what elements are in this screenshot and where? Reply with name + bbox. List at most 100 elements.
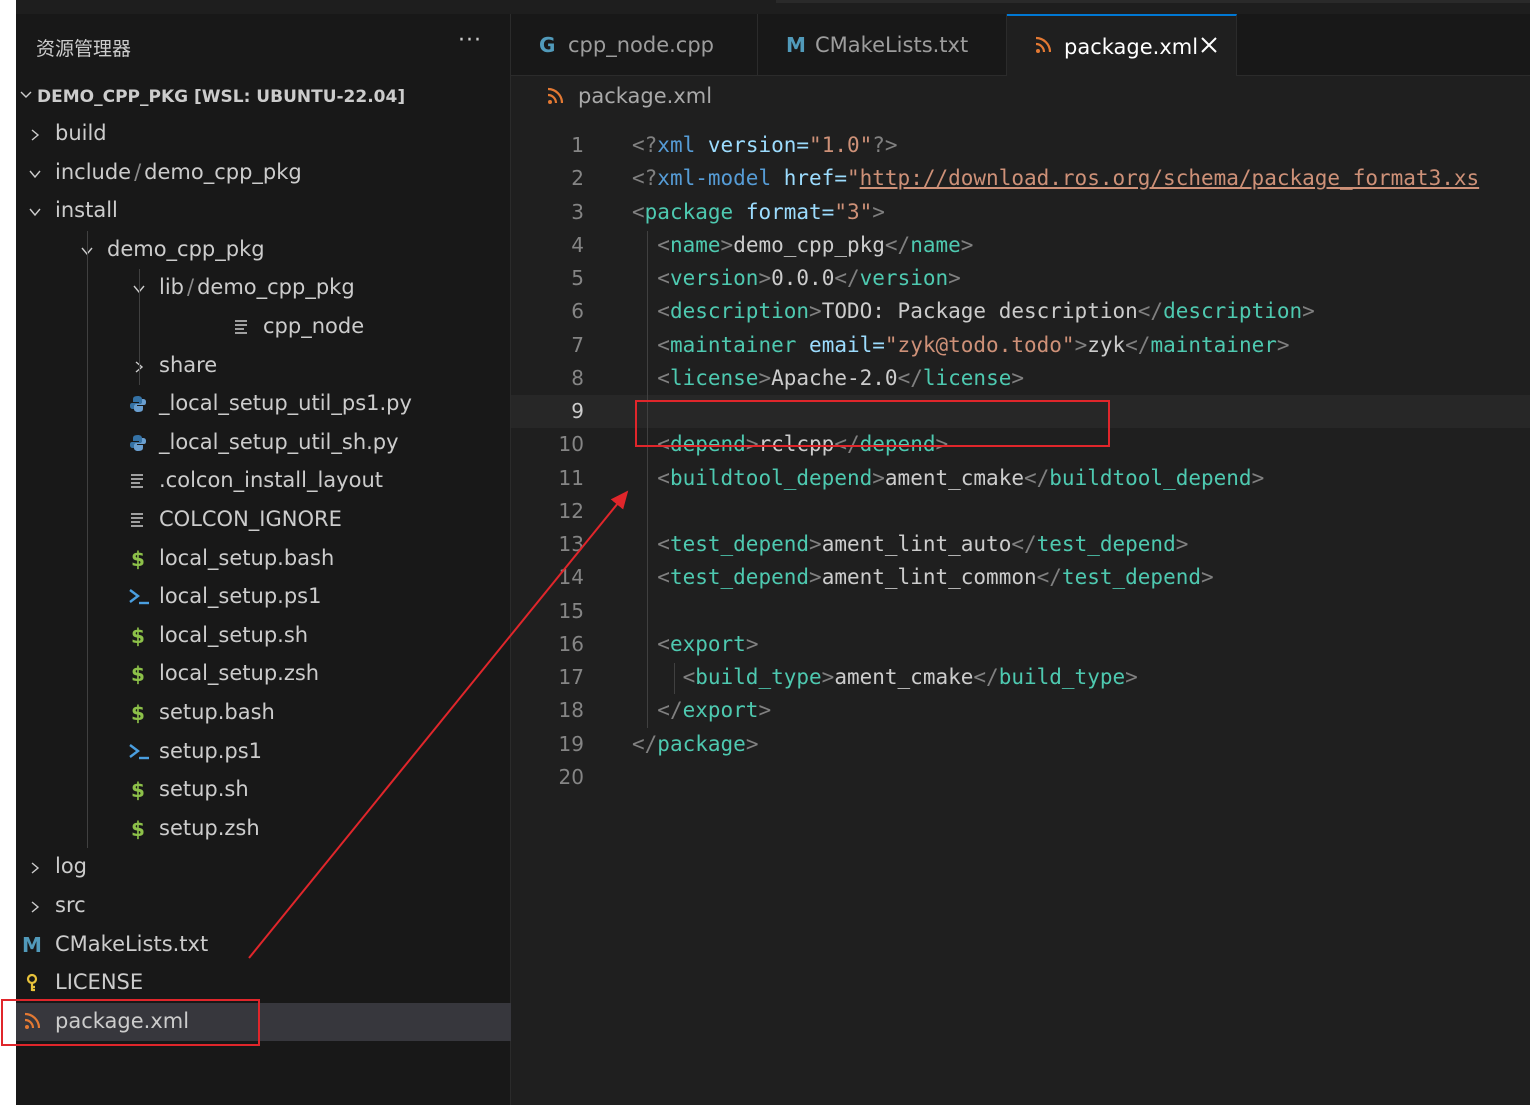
line-number: 12 <box>558 498 584 523</box>
line-content: <license>Apache-2.0</license> <box>657 365 1025 390</box>
code-line[interactable]: 11 <buildtool_depend>ament_cmake</buildt… <box>511 462 1530 495</box>
chevron-down-icon <box>28 166 42 180</box>
code-line[interactable]: 20 <box>511 761 1530 794</box>
code-line[interactable]: 5 <version>0.0.0</version> <box>511 262 1530 295</box>
line-number: 7 <box>571 332 584 357</box>
line-number: 14 <box>558 565 584 590</box>
code-line[interactable]: 19 </package> <box>511 728 1530 761</box>
tree-item-setup-sh[interactable]: $ setup.sh <box>16 771 511 809</box>
tree-item-local-setup-util-ps1-py[interactable]: _local_setup_util_ps1.py <box>16 385 511 423</box>
code-line[interactable]: 7 <maintainer email="zyk@todo.todo">zyk<… <box>511 329 1530 362</box>
powershell-icon <box>128 742 149 762</box>
editor-tab-bar: Gcpp_node.cpp M CMakeLists.txt package.xml <box>511 14 1530 76</box>
code-line[interactable]: 16 <export> <box>511 628 1530 661</box>
tree-item-build[interactable]: build <box>16 115 511 153</box>
shell-dollar-icon: $ <box>131 701 145 725</box>
path-separator: / <box>134 159 142 184</box>
tree-item-setup-ps1[interactable]: setup.ps1 <box>16 733 511 771</box>
line-number: 2 <box>571 166 584 191</box>
code-line[interactable]: 18 </export> <box>511 694 1530 727</box>
code-line[interactable]: 2 <?xml-model href="http://download.ros.o… <box>511 162 1530 195</box>
path-segment: demo_cpp_pkg <box>197 275 355 300</box>
tree-item-label: lib / demo_cpp_pkg <box>159 275 355 299</box>
tree-item-label: package.xml <box>55 1008 190 1033</box>
close-icon[interactable] <box>1198 34 1220 56</box>
tree-item-label: build <box>55 121 107 145</box>
chevron-right-icon <box>28 127 42 141</box>
tree-item-local-setup-ps1[interactable]: local_setup.ps1 <box>16 578 511 616</box>
tree-item-label: log <box>55 854 88 879</box>
line-content: <maintainer email="zyk@todo.todo">zyk</m… <box>657 332 1290 357</box>
tree-item-cmakelists-txt[interactable]: M CMakeLists.txt <box>16 926 511 964</box>
tree-item-local-setup-bash[interactable]: $ local_setup.bash <box>16 540 511 578</box>
line-content: <build_type>ament_cmake</build_type> <box>682 665 1138 690</box>
explorer-sidebar: 资源管理器 ··· DEMO_CPP_PKG [WSL: UBUNTU-22.0… <box>16 14 511 1105</box>
chevron-down-icon <box>20 91 32 98</box>
tree-item-include[interactable]: include / demo_cpp_pkg <box>16 154 511 192</box>
code-editor[interactable]: package.xml 1 <?xml version="1.0"?> 2 <?xml… <box>511 76 1530 1105</box>
code-line[interactable]: 10 <depend>rclcpp</depend> <box>511 428 1530 461</box>
tree-item-setup-bash[interactable]: $ setup.bash <box>16 694 511 732</box>
line-content: <version>0.0.0</version> <box>657 266 961 291</box>
tree-item-colcon-ignore[interactable]: COLCON_IGNORE <box>16 501 511 539</box>
code-line[interactable]: 13 <test_depend>ament_lint_auto</test_de… <box>511 528 1530 561</box>
title-strip <box>776 0 1530 3</box>
tree-item-label: setup.ps1 <box>159 738 263 763</box>
tree-item-log[interactable]: log <box>16 848 511 886</box>
path-separator: / <box>187 275 195 300</box>
line-number: 5 <box>571 266 584 291</box>
tree-item-colcon-install-layout[interactable]: .colcon_install_layout <box>16 462 511 500</box>
line-content: <depend>rclcpp</depend> <box>657 432 949 457</box>
vscode-window: 资源管理器 ··· DEMO_CPP_PKG [WSL: UBUNTU-22.0… <box>16 14 1530 1105</box>
tree-item-label: local_setup.sh <box>159 622 309 647</box>
tree-item-local-setup-sh[interactable]: $ local_setup.sh <box>16 617 511 655</box>
shell-dollar-icon: $ <box>131 546 145 571</box>
code-line[interactable]: 1 <?xml version="1.0"?> <box>511 129 1530 162</box>
code-line[interactable]: 14 <test_depend>ament_lint_common</test_… <box>511 561 1530 594</box>
line-number: 3 <box>571 199 584 224</box>
code-line[interactable]: 12 <box>511 495 1530 528</box>
code-line[interactable]: 17 <build_type>ament_cmake</build_type> <box>511 661 1530 694</box>
code-line[interactable]: 3 <package format="3"> <box>511 196 1530 229</box>
line-content: <test_depend>ament_lint_auto</test_depen… <box>657 532 1189 557</box>
line-content: <package format="3"> <box>632 199 885 224</box>
explorer-title: 资源管理器 <box>36 38 132 60</box>
shell-dollar-icon: $ <box>131 816 145 841</box>
tab-cpp-node-cpp[interactable]: Gcpp_node.cpp <box>511 14 758 76</box>
code-line[interactable]: 4 <name>demo_cpp_pkg</name> <box>511 229 1530 262</box>
line-number: 18 <box>558 698 584 723</box>
indent-guide <box>674 663 675 695</box>
file-lines-icon <box>128 471 148 491</box>
tree-item-share[interactable]: share <box>16 347 511 385</box>
more-actions-button[interactable]: ··· <box>458 28 482 53</box>
code-line[interactable]: 15 <box>511 595 1530 628</box>
code-line[interactable]: 9 <box>511 395 1530 429</box>
tree-item-install[interactable]: install <box>16 192 511 230</box>
tree-item-package-xml[interactable]: package.xml <box>16 1002 511 1041</box>
line-number: 20 <box>558 764 584 789</box>
tree-item-label: local_setup.bash <box>159 545 335 570</box>
line-number: 6 <box>571 299 584 324</box>
tree-item-local-setup-zsh[interactable]: $ local_setup.zsh <box>16 655 511 693</box>
tree-item-src[interactable]: src <box>16 887 511 925</box>
tab-label: CMakeLists.txt <box>815 33 969 57</box>
line-number: 9 <box>571 399 584 424</box>
tree-item-lib[interactable]: lib / demo_cpp_pkg <box>16 269 511 307</box>
tab-cmakelists-txt[interactable]: M CMakeLists.txt <box>758 14 1007 76</box>
breadcrumb[interactable]: package.xml <box>511 76 1530 116</box>
path-segment: lib <box>159 275 184 300</box>
tree-item-setup-zsh[interactable]: $ setup.zsh <box>16 810 511 848</box>
tree-item-demo-cpp-pkg[interactable]: demo_cpp_pkg <box>16 231 511 269</box>
line-number: 19 <box>558 731 584 756</box>
code-line[interactable]: 6 <description>TODO: Package description… <box>511 295 1530 328</box>
tree-item-label: demo_cpp_pkg <box>107 236 265 261</box>
tree-item-license[interactable]: LICENSE <box>16 964 511 1002</box>
tree-item-label: COLCON_IGNORE <box>159 507 342 531</box>
code-line[interactable]: 8 <license>Apache-2.0</license> <box>511 362 1530 395</box>
tab-package-xml[interactable]: package.xml <box>1007 14 1237 76</box>
file-lines-icon <box>128 510 148 530</box>
cmake-icon: M <box>22 932 42 957</box>
tree-item-cpp-node[interactable]: cpp_node <box>16 308 511 346</box>
workspace-root[interactable]: DEMO_CPP_PKG [WSL: UBUNTU-22.04] <box>16 84 511 114</box>
tree-item-local-setup-util-sh-py[interactable]: _local_setup_util_sh.py <box>16 424 511 462</box>
